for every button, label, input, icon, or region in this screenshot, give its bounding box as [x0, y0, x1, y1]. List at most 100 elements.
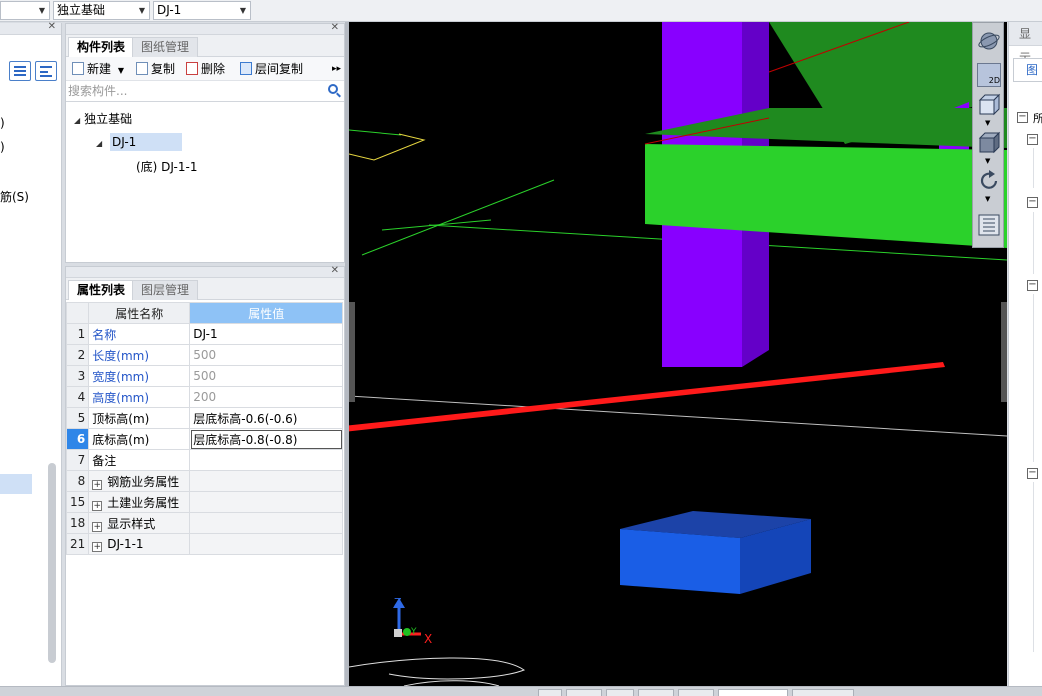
status-button[interactable]: [606, 689, 634, 696]
chevron-down-icon[interactable]: ▼: [985, 157, 990, 165]
search-icon[interactable]: [328, 84, 338, 94]
row-num: 8: [65, 470, 90, 492]
chevron-down-icon: ▼: [239, 6, 246, 15]
row-value-editing[interactable]: 层底标高-0.8(-0.8): [189, 428, 344, 450]
header-num: [65, 302, 90, 324]
tree-node-root[interactable]: ◢ 独立基础: [74, 110, 132, 130]
left-collapse-handle[interactable]: [349, 302, 355, 402]
left-panel-selected-item[interactable]: [0, 474, 32, 494]
row-value[interactable]: DJ-1: [189, 323, 344, 345]
tab-drawing-management[interactable]: 图纸管理: [132, 37, 199, 57]
row-name[interactable]: + 土建业务属性: [88, 491, 191, 513]
chevron-down-icon: ▼: [38, 6, 45, 15]
collapse-caret-icon[interactable]: ◢: [96, 139, 102, 148]
floor-copy-button[interactable]: 层间复制: [240, 61, 303, 77]
table-row-group[interactable]: 21 + DJ-1-1: [65, 533, 344, 555]
row-group-label: DJ-1-1: [107, 536, 144, 551]
collapse-icon[interactable]: −: [1027, 197, 1038, 208]
expand-icon[interactable]: +: [92, 479, 103, 490]
status-button[interactable]: [538, 689, 562, 696]
tree-node-dj1-1[interactable]: (底) DJ-1-1: [136, 158, 197, 178]
collapse-caret-icon[interactable]: ◢: [74, 116, 80, 125]
table-row[interactable]: 1 名称 DJ-1: [65, 323, 344, 345]
wire-curve: [349, 657, 526, 680]
collapse-icon[interactable]: −: [1027, 468, 1038, 479]
search-input[interactable]: [66, 82, 316, 100]
delete-button[interactable]: 删除: [186, 61, 225, 77]
right-panel-grid: [1033, 212, 1042, 274]
left-panel-text-2: ): [0, 140, 5, 154]
status-bar: [0, 686, 1042, 696]
table-row-group[interactable]: 8 + 钢筋业务属性: [65, 470, 344, 492]
shaded-cube-icon[interactable]: [977, 131, 1001, 155]
table-row[interactable]: 2 长度(mm) 500: [65, 344, 344, 366]
chevron-down-icon[interactable]: ▼: [985, 119, 990, 127]
component-list-panel: ✕ 构件列表 图纸管理 新建 ▼ 复制 删除 层间复制 ▸▸ ◢ 独立基础 ◢ D…: [65, 22, 345, 263]
rotate-icon[interactable]: [977, 169, 1001, 193]
row-num: 5: [65, 407, 90, 429]
list-view-button[interactable]: [9, 61, 31, 81]
component-panel-tabs: 构件列表 图纸管理: [66, 35, 344, 57]
row-group-label: 土建业务属性: [107, 495, 180, 510]
expand-icon[interactable]: +: [92, 521, 103, 532]
3d-viewport[interactable]: Z Y X: [349, 22, 1007, 686]
row-num: 2: [65, 344, 90, 366]
tab-layer-management[interactable]: 图层管理: [132, 280, 199, 300]
row-name[interactable]: + 显示样式: [88, 512, 191, 534]
combo-category-value: 独立基础: [57, 3, 106, 17]
more-tools-button[interactable]: ▸▸: [332, 61, 341, 77]
status-field[interactable]: [718, 689, 788, 696]
new-button[interactable]: 新建 ▼: [72, 61, 124, 79]
row-value[interactable]: 200: [189, 386, 344, 408]
header-property-name: 属性名称: [88, 302, 191, 324]
status-button[interactable]: [792, 689, 854, 696]
orbit-sphere-icon[interactable]: [977, 29, 1001, 53]
table-row[interactable]: 7 备注: [65, 449, 344, 471]
table-row[interactable]: 4 高度(mm) 200: [65, 386, 344, 408]
row-name[interactable]: + 钢筋业务属性: [88, 470, 191, 492]
detail-view-button[interactable]: [35, 61, 57, 81]
collapse-icon[interactable]: −: [1027, 134, 1038, 145]
close-icon[interactable]: ✕: [331, 265, 339, 276]
chevron-down-icon: ▼: [117, 66, 124, 75]
row-value[interactable]: 500: [189, 344, 344, 366]
status-button[interactable]: [566, 689, 602, 696]
floor-copy-icon: [240, 62, 252, 75]
table-row-group[interactable]: 15 + 土建业务属性: [65, 491, 344, 513]
row-value[interactable]: [189, 449, 344, 471]
view-2d-button[interactable]: 2D: [977, 63, 1001, 87]
table-row-selected[interactable]: 6 底标高(m) 层底标高-0.8(-0.8): [65, 428, 344, 450]
close-icon[interactable]: ✕: [48, 21, 56, 32]
tab-component-list[interactable]: 构件列表: [68, 37, 135, 57]
combo-category[interactable]: 独立基础 ▼: [53, 1, 150, 20]
tab-elements[interactable]: 图元: [1013, 58, 1042, 82]
expand-icon[interactable]: +: [92, 500, 103, 511]
axis-origin: [394, 629, 402, 637]
row-value[interactable]: 层底标高-0.6(-0.6): [189, 407, 344, 429]
copy-button[interactable]: 复制: [136, 61, 175, 77]
row-value[interactable]: 500: [189, 365, 344, 387]
display-settings-icon[interactable]: [977, 213, 1001, 237]
property-table: 属性名称 属性值 1 名称 DJ-1 2 长度(mm) 500 3 宽度(mm)…: [65, 302, 344, 555]
status-button[interactable]: [678, 689, 714, 696]
3d-scene: Z Y X: [349, 22, 1007, 686]
table-row[interactable]: 5 顶标高(m) 层底标高-0.6(-0.6): [65, 407, 344, 429]
left-panel-scrollbar[interactable]: [48, 463, 56, 663]
chevron-down-icon[interactable]: ▼: [985, 195, 990, 203]
view-cube-icon[interactable]: [977, 93, 1001, 117]
collapse-icon[interactable]: −: [1027, 280, 1038, 291]
wire-line: [361, 179, 555, 256]
tab-property-list[interactable]: 属性列表: [68, 280, 135, 300]
tree-node-dj1[interactable]: ◢ DJ-1: [96, 133, 183, 153]
combo-floor[interactable]: ▼: [0, 1, 50, 20]
expand-icon[interactable]: +: [92, 541, 103, 552]
right-collapse-handle[interactable]: [1001, 302, 1007, 402]
status-button[interactable]: [638, 689, 674, 696]
row-name[interactable]: + DJ-1-1: [88, 533, 191, 555]
combo-component[interactable]: DJ-1 ▼: [153, 1, 251, 20]
left-panel-text-3[interactable]: 筋(S): [0, 188, 29, 205]
table-row[interactable]: 3 宽度(mm) 500: [65, 365, 344, 387]
collapse-icon[interactable]: −: [1017, 112, 1028, 123]
table-row-group[interactable]: 18 + 显示样式: [65, 512, 344, 534]
close-icon[interactable]: ✕: [331, 22, 339, 33]
